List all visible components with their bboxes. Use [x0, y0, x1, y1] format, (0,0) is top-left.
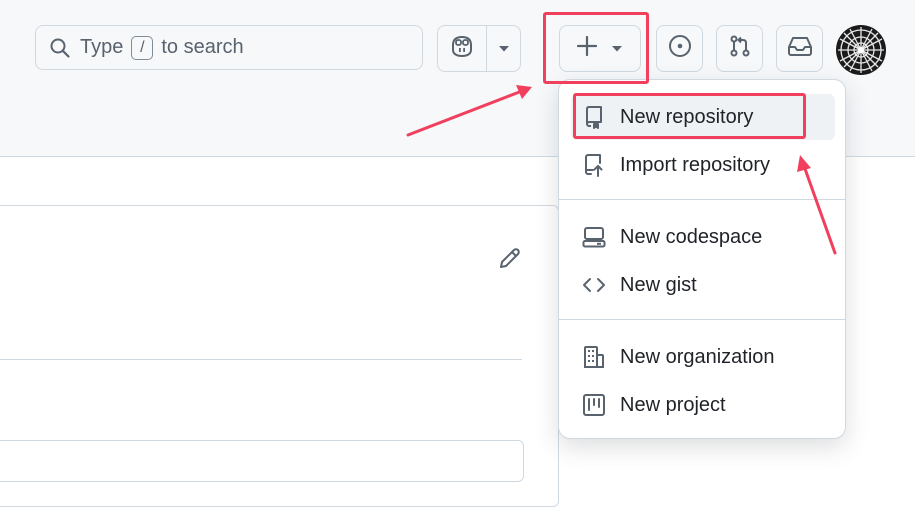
search-icon [50, 38, 70, 58]
menu-item-new-project[interactable]: New project [571, 382, 835, 428]
issue-opened-icon [668, 34, 692, 63]
project-icon [582, 393, 606, 417]
menu-item-label: New gist [620, 273, 697, 296]
inbox-icon [787, 35, 813, 62]
copilot-dropdown-button[interactable] [487, 40, 520, 58]
menu-divider [559, 199, 845, 200]
copilot-button[interactable] [438, 26, 486, 71]
inbox-button[interactable] [776, 25, 823, 72]
create-new-button[interactable] [559, 25, 641, 72]
code-icon [582, 273, 606, 297]
codespaces-icon [582, 225, 606, 249]
menu-divider [559, 319, 845, 320]
copilot-icon [449, 35, 475, 62]
create-new-menu: New repository Import repository New cod… [558, 79, 846, 439]
search-input[interactable]: Type / to search [35, 25, 423, 70]
content-inner-box [0, 440, 524, 482]
menu-item-label: New project [620, 393, 726, 416]
menu-item-new-codespace[interactable]: New codespace [571, 214, 835, 260]
menu-item-label: Import repository [620, 153, 771, 176]
pull-requests-button[interactable] [716, 25, 763, 72]
chevron-down-icon [498, 40, 510, 58]
git-pull-request-icon [728, 34, 752, 63]
content-divider [0, 359, 522, 360]
repo-icon [582, 105, 606, 129]
menu-item-new-repository[interactable]: New repository [571, 94, 835, 140]
menu-item-new-organization[interactable]: New organization [571, 334, 835, 380]
plus-icon [576, 35, 598, 61]
menu-item-label: New codespace [620, 225, 763, 248]
repo-push-icon [582, 153, 606, 177]
menu-item-new-gist[interactable]: New gist [571, 262, 835, 308]
search-placeholder-prefix: Type [80, 36, 124, 58]
user-avatar[interactable] [836, 25, 886, 75]
menu-item-label: New repository [620, 105, 754, 128]
pencil-icon[interactable] [497, 245, 523, 276]
organization-icon [582, 345, 606, 369]
copilot-button-group [437, 25, 521, 72]
menu-item-label: New organization [620, 345, 775, 368]
search-shortcut-key: / [131, 35, 154, 60]
menu-item-import-repository[interactable]: Import repository [571, 142, 835, 188]
search-placeholder-suffix: to search [161, 36, 244, 58]
issues-button[interactable] [656, 25, 703, 72]
chevron-down-icon [611, 40, 623, 58]
